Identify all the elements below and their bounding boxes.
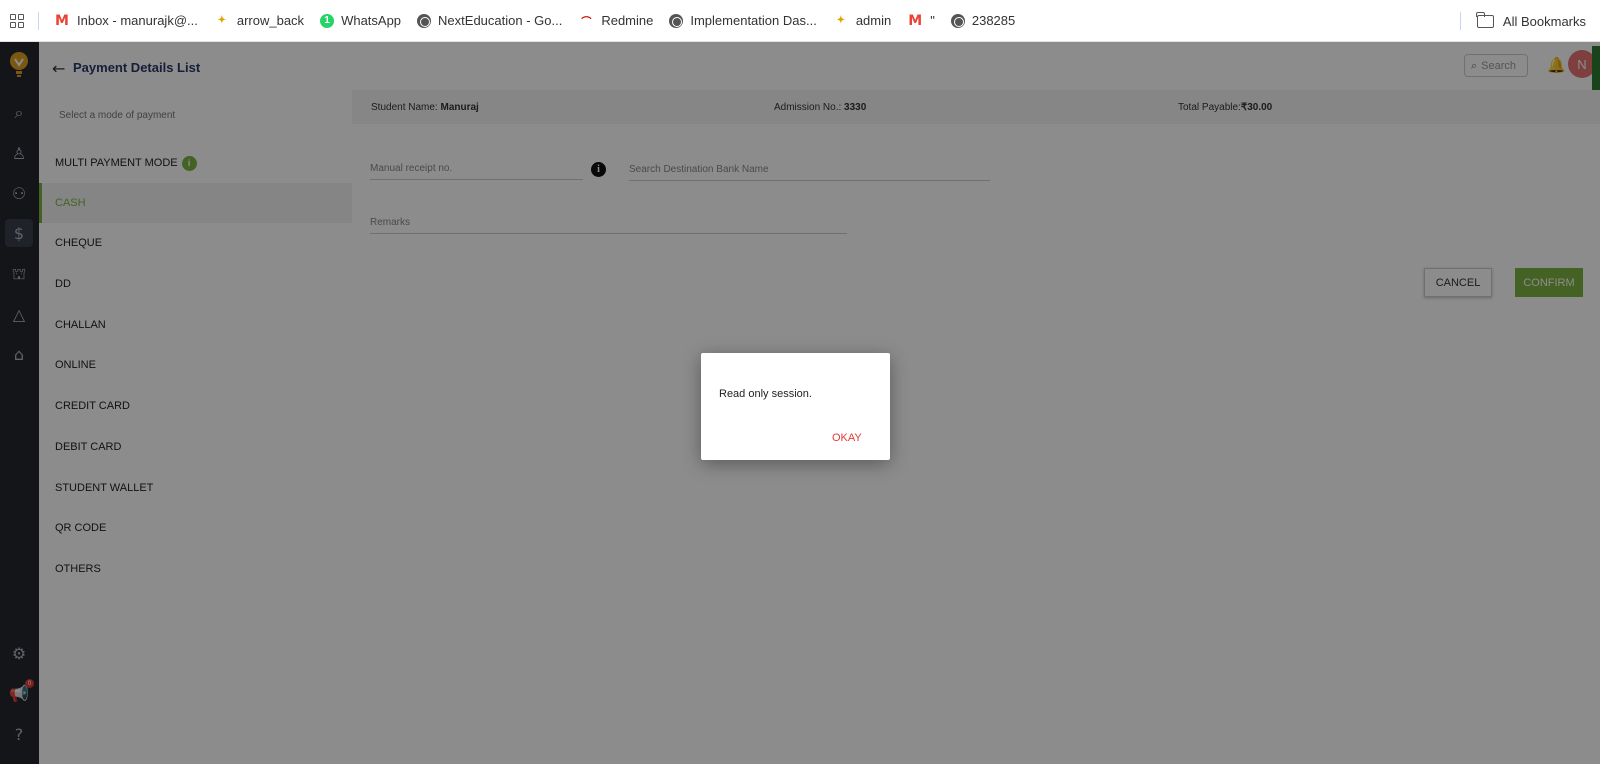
bookmark-label: Implementation Das... [690,13,817,28]
bookmark-arrow-back[interactable]: ✦ arrow_back [207,6,313,36]
globe-icon [950,13,965,28]
gmail-icon: M [908,12,923,29]
bookmarks-bar: M Inbox - manurajk@... ✦ arrow_back 1 Wh… [0,0,1600,42]
bookmark-admin[interactable]: ✦ admin [826,6,900,36]
sparkle-icon: ✦ [217,15,227,26]
sparkle-icon: ✦ [836,15,845,26]
dialog-message: Read only session. [719,388,812,400]
bookmark-label: Inbox - manurajk@... [77,13,198,28]
read-only-dialog: Read only session. OKAY [701,353,890,460]
whatsapp-icon: 1 [320,13,335,28]
bookmark-nexteducation[interactable]: NextEducation - Go... [410,6,571,36]
bookmark-whatsapp[interactable]: 1 WhatsApp [313,6,410,36]
folder-icon [1476,11,1494,28]
bookmark-label: 238285 [971,13,1016,28]
bookmark-gmail-quote[interactable]: M " [900,6,944,36]
all-bookmarks-button[interactable]: All Bookmarks [1459,6,1586,36]
okay-button[interactable]: OKAY [832,432,862,444]
gmail-icon: M [55,12,69,29]
all-bookmarks-label: All Bookmarks [1502,13,1586,29]
bookmark-redmine[interactable]: ⌒ Redmine [571,6,662,36]
divider [1459,12,1461,30]
divider [38,11,39,30]
bookmark-label: Redmine [601,13,654,28]
apps-grid-icon[interactable] [2,0,32,42]
bookmark-label: admin [855,13,892,28]
bookmark-label: WhatsApp [341,13,402,28]
bookmark-238285[interactable]: 238285 [944,6,1024,36]
globe-icon [669,13,684,28]
bookmark-label: NextEducation - Go... [438,13,563,28]
bookmark-label: " [930,13,935,28]
bookmark-label: arrow_back [236,13,305,28]
globe-icon [417,13,432,28]
bookmark-implementation[interactable]: Implementation Das... [662,6,825,36]
redmine-icon: ⌒ [581,17,592,28]
bookmark-inbox[interactable]: M Inbox - manurajk@... [47,6,207,36]
